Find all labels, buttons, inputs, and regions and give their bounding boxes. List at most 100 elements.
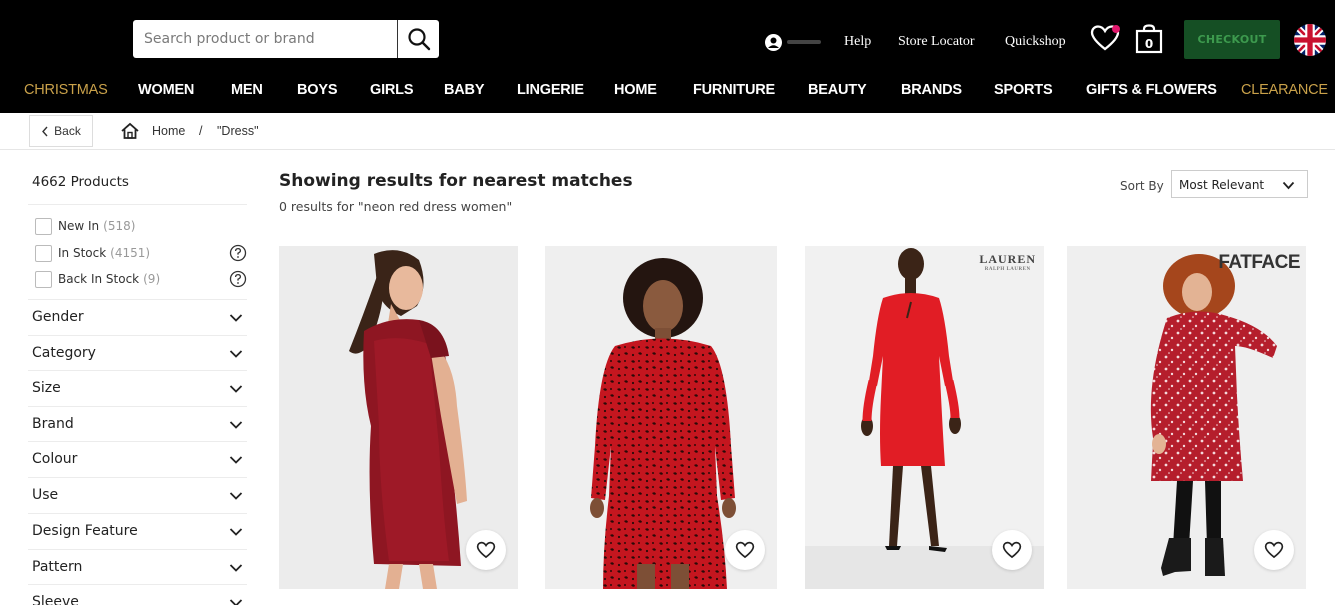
- chevron-down-icon: [229, 456, 243, 464]
- wishlist-button[interactable]: [1090, 24, 1122, 52]
- nav-item-furniture[interactable]: FURNITURE: [693, 82, 775, 98]
- breadcrumb-home-link[interactable]: Home: [152, 124, 185, 138]
- heart-icon: [476, 541, 496, 559]
- checkbox[interactable]: [35, 270, 52, 288]
- site-header: Help Store Locator Quickshop 0 CHECKOUT …: [0, 0, 1335, 113]
- checkbox-label: New In: [58, 219, 100, 233]
- facet-design-feature[interactable]: Design Feature: [28, 513, 247, 549]
- breadcrumb-separator: /: [199, 124, 203, 138]
- filter-in-stock[interactable]: In Stock (4151): [35, 244, 150, 262]
- facet-label: Sleeve: [32, 594, 79, 605]
- nav-item-baby[interactable]: BABY: [444, 82, 484, 98]
- chevron-down-icon: [229, 350, 243, 358]
- search-box: [133, 20, 439, 58]
- chevron-down-icon: [229, 492, 243, 500]
- facet-use[interactable]: Use: [28, 477, 247, 513]
- chevron-down-icon: [229, 599, 243, 605]
- nav-item-sports[interactable]: SPORTS: [994, 82, 1053, 98]
- facet-label: Design Feature: [32, 523, 138, 539]
- question-circle-icon[interactable]: [229, 270, 247, 288]
- search-icon: [407, 28, 430, 51]
- add-to-wishlist-button[interactable]: [725, 530, 765, 570]
- facet-label: Brand: [32, 416, 74, 432]
- back-button[interactable]: Back: [29, 115, 93, 147]
- facet-pattern[interactable]: Pattern: [28, 549, 247, 585]
- nav-item-home[interactable]: HOME: [614, 82, 657, 98]
- nav-item-boys[interactable]: BOYS: [297, 82, 337, 98]
- nav-item-men[interactable]: MEN: [231, 82, 263, 98]
- chevron-down-icon: [229, 421, 243, 429]
- heart-icon: [735, 541, 755, 559]
- account-name-redacted: [787, 40, 821, 44]
- heart-icon: [1264, 541, 1284, 559]
- nav-item-lingerie[interactable]: LINGERIE: [517, 82, 584, 98]
- chevron-down-icon: [229, 314, 243, 322]
- checkbox-count: (4151): [110, 246, 151, 260]
- chevron-down-icon: [229, 564, 243, 572]
- facet-label: Size: [32, 380, 61, 396]
- checkbox-count: (9): [143, 272, 161, 286]
- facet-category[interactable]: Category: [28, 335, 247, 371]
- chevron-left-icon: [42, 126, 48, 136]
- search-button[interactable]: [397, 20, 439, 58]
- brand-logo-fatface: FATFACE: [1218, 252, 1300, 273]
- nav-item-brands[interactable]: BRANDS: [901, 82, 962, 98]
- facet-label: Gender: [32, 309, 84, 325]
- results-subtitle: 0 results for "neon red dress women": [279, 199, 513, 214]
- nav-item-christmas[interactable]: CHRISTMAS: [24, 82, 108, 98]
- sort-label: Sort By: [1120, 179, 1164, 193]
- facet-label: Use: [32, 487, 59, 503]
- chevron-down-icon: [1282, 181, 1295, 190]
- filter-back-in-stock[interactable]: Back In Stock (9): [35, 270, 160, 288]
- brand-logo-lauren: LAUREN RALPH LAUREN: [979, 252, 1036, 272]
- checkbox[interactable]: [35, 217, 52, 235]
- quickshop-link[interactable]: Quickshop: [1005, 34, 1066, 50]
- shopping-bag-button[interactable]: 0: [1135, 24, 1163, 54]
- checkbox-count: (518): [103, 219, 136, 233]
- facet-label: Colour: [32, 451, 78, 467]
- facet-colour[interactable]: Colour: [28, 441, 247, 477]
- facet-gender[interactable]: Gender: [28, 299, 247, 335]
- search-input[interactable]: [133, 20, 397, 58]
- checkbox-label: Back In Stock: [58, 272, 140, 286]
- uk-flag-icon[interactable]: [1294, 24, 1326, 56]
- facet-brand[interactable]: Brand: [28, 406, 247, 442]
- store-locator-link[interactable]: Store Locator: [898, 34, 975, 50]
- bag-count: 0: [1145, 37, 1153, 51]
- help-link[interactable]: Help: [844, 34, 871, 50]
- chevron-down-icon: [229, 385, 243, 393]
- checkout-button[interactable]: CHECKOUT: [1184, 20, 1280, 59]
- heart-icon: [1002, 541, 1022, 559]
- divider: [28, 204, 247, 205]
- facet-label: Pattern: [32, 559, 83, 575]
- add-to-wishlist-button[interactable]: [992, 530, 1032, 570]
- sort-value: Most Relevant: [1179, 178, 1265, 192]
- product-card[interactable]: [545, 246, 777, 589]
- nav-item-girls[interactable]: GIRLS: [370, 82, 414, 98]
- breadcrumb: Back Home / "Dress": [0, 113, 1335, 150]
- nav-item-clearance[interactable]: CLEARANCE: [1241, 82, 1328, 98]
- filter-new-in[interactable]: New In (518): [35, 217, 135, 235]
- sort-dropdown[interactable]: Most Relevant: [1171, 170, 1308, 198]
- account-button[interactable]: [765, 31, 821, 53]
- breadcrumb-current: "Dress": [217, 124, 259, 138]
- user-icon: [765, 33, 782, 51]
- facet-sleeve[interactable]: Sleeve: [28, 584, 247, 605]
- nav-item-women[interactable]: WOMEN: [138, 82, 194, 98]
- product-card[interactable]: [279, 246, 518, 589]
- chevron-down-icon: [229, 528, 243, 536]
- back-label: Back: [54, 124, 81, 138]
- facet-size[interactable]: Size: [28, 370, 247, 406]
- facet-label: Category: [32, 345, 96, 361]
- checkbox[interactable]: [35, 244, 52, 262]
- product-card[interactable]: LAUREN RALPH LAUREN: [805, 246, 1044, 589]
- home-icon[interactable]: [120, 122, 140, 140]
- add-to-wishlist-button[interactable]: [466, 530, 506, 570]
- question-circle-icon[interactable]: [229, 244, 247, 262]
- main-navigation: CHRISTMAS WOMEN MEN BOYS GIRLS BABY LING…: [0, 77, 1335, 107]
- nav-item-gifts-flowers[interactable]: GIFTS & FLOWERS: [1086, 82, 1217, 98]
- nav-item-beauty[interactable]: BEAUTY: [808, 82, 867, 98]
- checkbox-label: In Stock: [58, 246, 107, 260]
- product-card[interactable]: FATFACE: [1067, 246, 1306, 589]
- add-to-wishlist-button[interactable]: [1254, 530, 1294, 570]
